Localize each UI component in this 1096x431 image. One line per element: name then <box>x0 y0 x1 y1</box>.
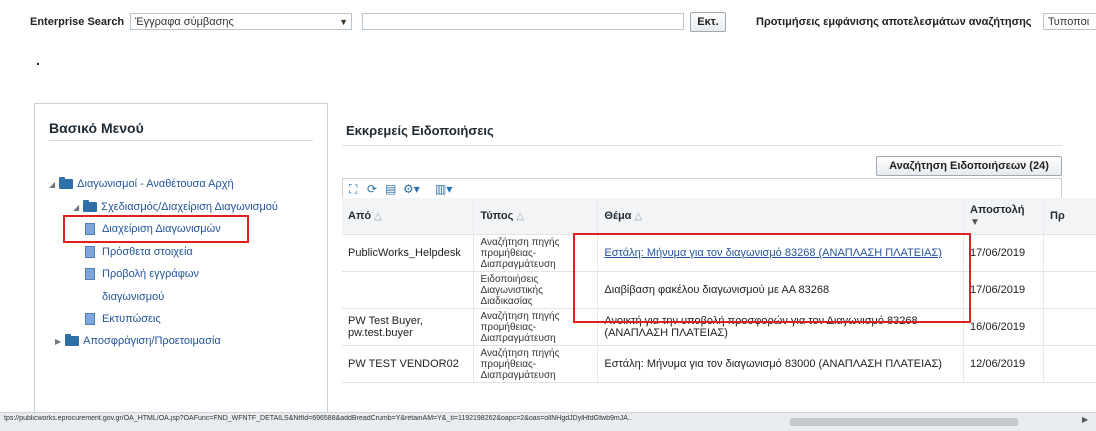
table-row[interactable]: PW TEST VENDOR02 Αναζήτηση πηγής προμήθε… <box>342 346 1096 383</box>
menu-item-label: Διαγωνισμοί - Αναθέτουσα Αρχή <box>77 178 233 190</box>
menu-item-tenders-authority[interactable]: ◢ Διαγωνισμοί - Αναθέτουσα Αρχή <box>49 178 234 190</box>
menu-item-label: Πρόσθετα στοιχεία <box>102 246 193 258</box>
export-icon[interactable]: ▤ <box>385 182 396 196</box>
divider <box>342 145 1062 146</box>
cell-priority <box>1044 346 1096 383</box>
search-go-button[interactable]: Εκτ. <box>690 12 726 32</box>
chevron-down-icon: ▼ <box>339 15 348 29</box>
sort-desc-icon[interactable]: ▼ <box>970 217 980 228</box>
menu-item-label: Εκτυπώσεις <box>102 313 161 325</box>
status-url: tps://publicworks.eprocurement.gov.gr/OA… <box>4 415 784 422</box>
notifications-title: Εκκρεμείς Ειδοποιήσεις <box>346 123 494 138</box>
collapse-triangle-icon[interactable]: ▶ <box>55 337 61 346</box>
separator-dot: . <box>36 52 40 68</box>
cell-priority <box>1044 235 1096 272</box>
cell-type: Αναζήτηση πηγής προμήθειας-Διαπραγμάτευσ… <box>474 346 598 383</box>
cell-from <box>342 272 474 309</box>
divider <box>49 140 313 141</box>
sort-icon[interactable]: △ <box>635 211 643 222</box>
enterprise-search-label: Enterprise Search <box>30 16 124 28</box>
expand-triangle-icon[interactable]: ◢ <box>49 180 55 189</box>
menu-item-additional-info[interactable]: Πρόσθετα στοιχεία <box>85 246 193 258</box>
main-menu-panel: Βασικό Μενού ◢ Διαγωνισμοί - Αναθέτουσα Α… <box>34 103 328 415</box>
sort-icon[interactable]: △ <box>374 211 382 222</box>
enterprise-search-bar: Enterprise Search Έγγραφα σύμβασης ▼ Εκτ… <box>0 0 1096 40</box>
scroll-right-icon[interactable]: ▶ <box>1082 415 1088 424</box>
highlight-box <box>573 233 971 323</box>
highlight-box <box>63 215 249 243</box>
search-category-value: Έγγραφα σύμβασης <box>135 16 234 28</box>
search-notifications-button[interactable]: Αναζήτηση Ειδοποιήσεων (24) <box>876 156 1062 176</box>
cell-sent: 12/06/2019 <box>964 346 1044 383</box>
cell-from: PublicWorks_Helpdesk <box>342 235 474 272</box>
view-icon[interactable]: ▥▾ <box>435 182 452 196</box>
column-header-from[interactable]: Από △ <box>342 198 474 235</box>
document-icon <box>85 313 95 325</box>
table-header-row: Από △ Τύπος △ Θέμα △ Αποστολή▼ Πρ <box>342 198 1096 235</box>
settings-icon[interactable]: ⚙▾ <box>403 182 420 196</box>
cell-sent: 16/06/2019 <box>964 309 1044 346</box>
document-icon <box>85 268 95 280</box>
folder-icon <box>83 202 97 212</box>
refresh-icon[interactable]: ⟳ <box>367 182 377 196</box>
result-type-select[interactable]: Τυποποι <box>1043 13 1096 30</box>
search-category-select[interactable]: Έγγραφα σύμβασης ▼ <box>130 13 352 30</box>
menu-item-prints[interactable]: Εκτυπώσεις <box>85 313 161 325</box>
search-input[interactable] <box>362 13 684 30</box>
cell-priority <box>1044 309 1096 346</box>
cell-priority <box>1044 272 1096 309</box>
cell-from: PW TEST VENDOR02 <box>342 346 474 383</box>
column-header-sent[interactable]: Αποστολή▼ <box>964 198 1044 235</box>
document-icon <box>85 246 95 258</box>
cell-sent: 17/06/2019 <box>964 235 1044 272</box>
column-header-subject[interactable]: Θέμα △ <box>598 198 964 235</box>
detach-icon[interactable]: ⛶ <box>349 182 357 197</box>
table-toolbar: ⛶ ⟳ ▤ ⚙▾ ▥▾ <box>342 178 1062 198</box>
search-preferences-link[interactable]: Προτιμήσεις εμφάνισης αποτελεσμάτων αναζ… <box>756 16 1032 28</box>
menu-item-label: Σχεδιασμός/Διαχείριση Διαγωνισμού <box>101 201 278 213</box>
menu-item-view-documents[interactable]: Προβολή εγγράφων <box>85 268 199 280</box>
horizontal-scrollbar-thumb[interactable] <box>790 418 1018 426</box>
sort-icon[interactable]: △ <box>516 211 524 222</box>
column-header-type[interactable]: Τύπος △ <box>474 198 598 235</box>
expand-triangle-icon[interactable]: ◢ <box>73 203 79 212</box>
menu-item-tender-planning[interactable]: ◢ Σχεδιασμός/Διαχείριση Διαγωνισμού <box>73 201 278 213</box>
menu-item-unsealing[interactable]: ▶ Αποσφράγιση/Προετοιμασία <box>55 335 221 347</box>
column-header-priority[interactable]: Πρ <box>1044 198 1096 235</box>
status-bar: tps://publicworks.eprocurement.gov.gr/OA… <box>0 412 1096 431</box>
menu-item-label-continuation[interactable]: διαγωνισμού <box>102 291 164 303</box>
main-menu-title: Βασικό Μενού <box>49 120 144 136</box>
cell-from: PW Test Buyer, pw.test.buyer <box>342 309 474 346</box>
menu-item-label: Προβολή εγγράφων <box>102 268 199 280</box>
folder-icon <box>59 179 73 189</box>
folder-icon <box>65 336 79 346</box>
cell-subject[interactable]: Εστάλη: Μήνυμα για τον διαγωνισμό 83000 … <box>598 346 964 383</box>
cell-sent: 17/06/2019 <box>964 272 1044 309</box>
menu-item-label: Αποσφράγιση/Προετοιμασία <box>83 335 221 347</box>
